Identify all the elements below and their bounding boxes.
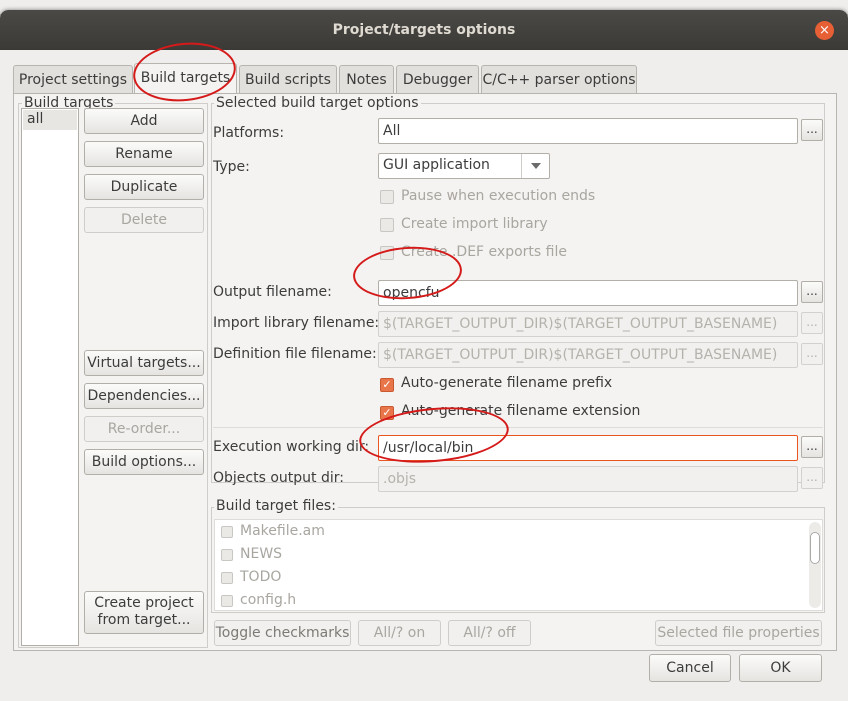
selected-file-properties-button[interactable]: Selected file properties	[655, 620, 822, 646]
create-project-line1: Create project	[94, 595, 194, 611]
type-combo[interactable]: GUI application	[378, 153, 550, 179]
chevron-down-icon	[531, 163, 541, 169]
dialog-title: Project/targets options	[332, 22, 516, 38]
import-library-filename-label: Import library filename:	[213, 315, 380, 331]
file-checkbox[interactable]	[221, 549, 233, 561]
reorder-button[interactable]: Re-order...	[84, 416, 204, 442]
tab-debugger[interactable]: Debugger	[396, 65, 479, 93]
platforms-browse-button[interactable]: ...	[801, 119, 823, 141]
platforms-label: Platforms:	[213, 125, 285, 141]
all-off-button[interactable]: All/? off	[448, 620, 531, 646]
create-project-from-target-button[interactable]: Create project from target...	[84, 591, 204, 634]
import-library-filename-field[interactable]: $(TARGET_OUTPUT_DIR)$(TARGET_OUTPUT_BASE…	[378, 311, 798, 337]
build-options-button[interactable]: Build options...	[84, 449, 204, 475]
create-project-line2: from target...	[97, 612, 191, 628]
type-label: Type:	[213, 159, 250, 175]
platforms-field[interactable]: All	[378, 118, 798, 144]
files-list[interactable]: Makefile.am NEWS TODO config.h	[214, 519, 823, 611]
add-button[interactable]: Add	[84, 108, 204, 134]
delete-button[interactable]: Delete	[84, 207, 204, 233]
ok-button[interactable]: OK	[739, 654, 822, 682]
virtual-targets-button[interactable]: Virtual targets...	[84, 350, 204, 376]
targets-list[interactable]: all	[21, 108, 79, 646]
objects-output-dir-field[interactable]: .objs	[378, 466, 798, 492]
objects-output-dir-label: Objects output dir:	[213, 470, 344, 486]
import-library-label: Create import library	[401, 216, 548, 232]
file-checkbox[interactable]	[221, 595, 233, 607]
tab-notes[interactable]: Notes	[339, 65, 394, 93]
type-combo-value: GUI application	[383, 157, 490, 173]
import-library-browse-button[interactable]: ...	[801, 312, 823, 334]
combo-divider	[521, 154, 522, 178]
import-library-checkbox[interactable]	[380, 218, 394, 232]
project-options-dialog: Project/targets options × Project settin…	[0, 10, 848, 701]
pause-checkbox[interactable]	[380, 190, 394, 204]
output-filename-label: Output filename:	[213, 284, 332, 300]
build-targets-panel: Build targets all Add Rename Duplicate D…	[13, 93, 837, 651]
file-checkbox[interactable]	[221, 526, 233, 538]
duplicate-button[interactable]: Duplicate	[84, 174, 204, 200]
file-item[interactable]: TODO	[240, 569, 281, 585]
close-button[interactable]: ×	[815, 21, 834, 40]
list-item-selected[interactable]: all	[23, 110, 77, 130]
exec-working-dir-browse-button[interactable]: ...	[801, 436, 823, 458]
file-item[interactable]: Makefile.am	[240, 523, 325, 539]
output-filename-browse-button[interactable]: ...	[801, 281, 823, 303]
target-item-all[interactable]: all	[27, 111, 43, 127]
definition-filename-browse-button[interactable]: ...	[801, 343, 823, 365]
options-group-label: Selected build target options	[214, 95, 421, 111]
tab-build-scripts[interactable]: Build scripts	[239, 65, 337, 93]
toggle-checkmarks-button[interactable]: Toggle checkmarks	[214, 620, 351, 646]
objects-output-dir-browse-button[interactable]: ...	[801, 467, 823, 489]
auto-prefix-checkbox[interactable]: ✓	[380, 378, 394, 392]
definition-filename-label: Definition file filename:	[213, 346, 377, 362]
file-item[interactable]: NEWS	[240, 546, 282, 562]
file-item[interactable]: config.h	[240, 592, 296, 608]
pause-label: Pause when execution ends	[401, 188, 596, 204]
dependencies-button[interactable]: Dependencies...	[84, 383, 204, 409]
cancel-button[interactable]: Cancel	[649, 654, 731, 682]
rename-button[interactable]: Rename	[84, 141, 204, 167]
scrollbar-thumb[interactable]	[810, 532, 820, 564]
auto-prefix-label: Auto-generate filename prefix	[401, 375, 613, 391]
all-on-button[interactable]: All/? on	[358, 620, 441, 646]
tab-parser-options[interactable]: C/C++ parser options	[481, 65, 637, 93]
files-group-label: Build target files:	[214, 498, 338, 514]
tab-project-settings[interactable]: Project settings	[13, 65, 133, 93]
exec-working-dir-label: Execution working dir:	[213, 439, 370, 455]
file-checkbox[interactable]	[221, 572, 233, 584]
files-scrollbar[interactable]	[809, 522, 821, 608]
definition-filename-field[interactable]: $(TARGET_OUTPUT_DIR)$(TARGET_OUTPUT_BASE…	[378, 342, 798, 368]
separator	[213, 427, 823, 428]
